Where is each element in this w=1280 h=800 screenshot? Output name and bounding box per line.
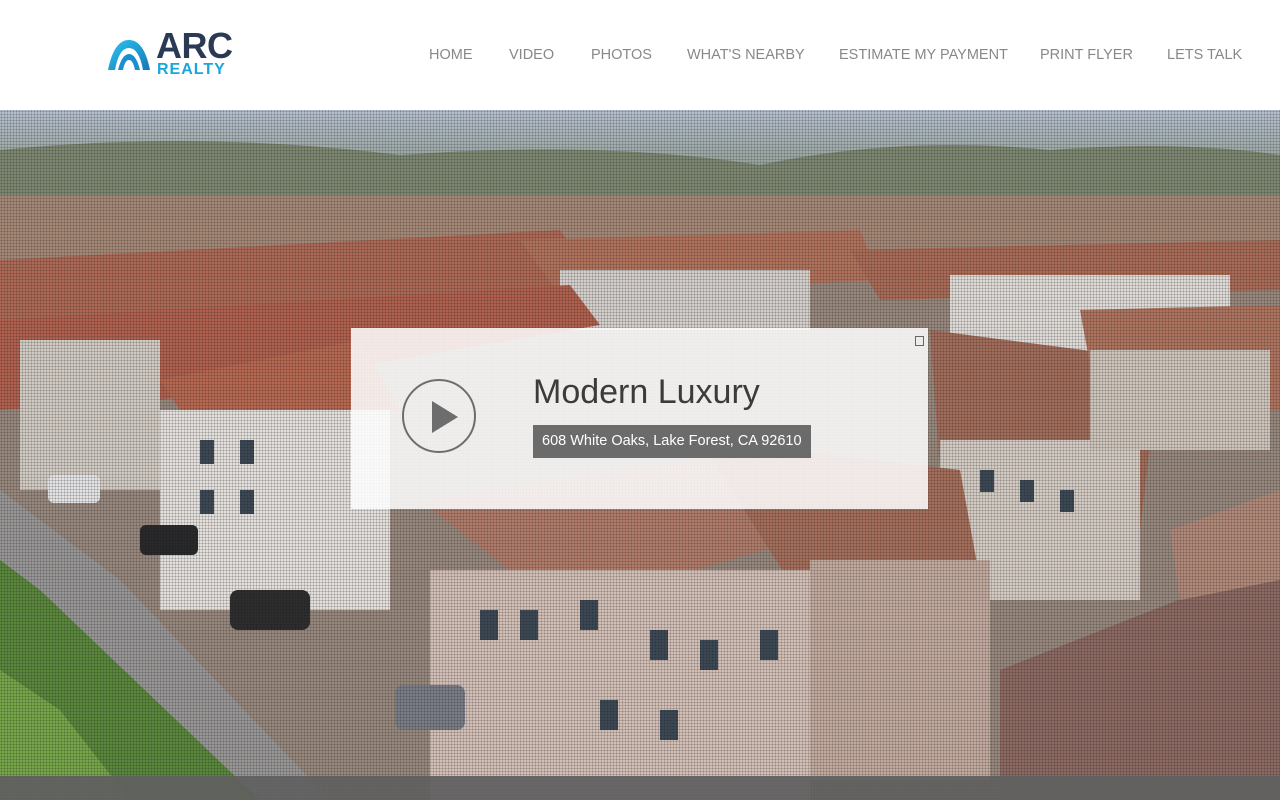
listing-title: Modern Luxury <box>533 373 760 411</box>
close-icon[interactable] <box>915 336 924 346</box>
nav-lets-talk[interactable]: LETS TALK <box>1167 46 1242 64</box>
play-video-button[interactable] <box>402 379 476 453</box>
site-header: ARC REALTY HOME VIDEO PHOTOS WHAT'S NEAR… <box>0 0 1280 110</box>
nav-whats-nearby[interactable]: WHAT'S NEARBY <box>687 46 805 64</box>
nav-estimate-my-payment[interactable]: ESTIMATE MY PAYMENT <box>839 46 1008 64</box>
listing-info-box: Modern Luxury 608 White Oaks, Lake Fores… <box>351 328 928 509</box>
nav-home[interactable]: HOME <box>429 46 473 64</box>
play-icon <box>432 401 458 433</box>
listing-address-badge: 608 White Oaks, Lake Forest, CA 92610 <box>533 425 811 458</box>
nav-print-flyer[interactable]: PRINT FLYER <box>1040 46 1133 64</box>
nav-photos[interactable]: PHOTOS <box>591 46 652 64</box>
main-nav: HOME VIDEO PHOTOS WHAT'S NEARBY ESTIMATE… <box>0 46 1280 66</box>
nav-video[interactable]: VIDEO <box>509 46 554 64</box>
hero-banner: Modern Luxury 608 White Oaks, Lake Fores… <box>0 110 1280 800</box>
bottom-bar <box>0 776 1280 800</box>
